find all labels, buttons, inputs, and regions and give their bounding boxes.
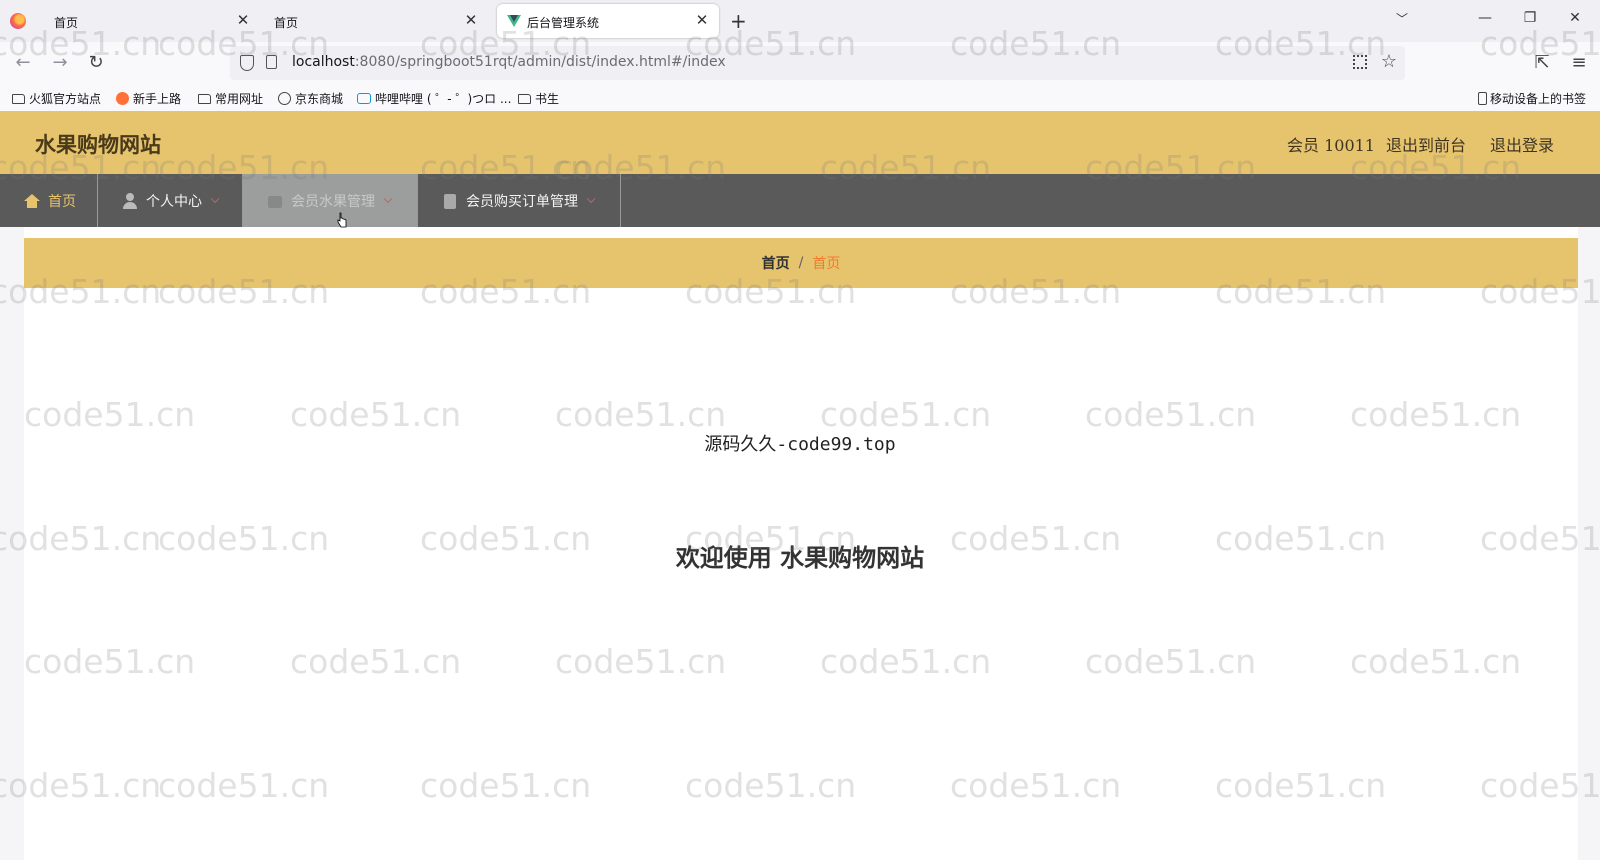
bag-icon — [267, 193, 283, 209]
menu-item-fruit-management[interactable]: 会员水果管理 — [243, 174, 418, 227]
back-icon[interactable]: ← — [12, 52, 34, 74]
welcome-heading: 欢迎使用 水果购物网站 — [675, 543, 925, 572]
restore-icon[interactable]: ❐ — [1520, 10, 1540, 26]
bilibili-icon — [357, 93, 371, 104]
site-title: 水果购物网站 — [35, 132, 161, 157]
firefox-icon — [116, 92, 129, 105]
globe-icon — [278, 92, 291, 105]
bookmark-item[interactable]: 京东商城 — [278, 90, 343, 107]
url-host: localhost — [292, 54, 355, 70]
minimize-icon[interactable]: — — [1475, 10, 1495, 26]
home-icon — [24, 193, 40, 209]
breadcrumb-current: 首页 — [812, 256, 841, 272]
tab-close-icon[interactable]: ✕ — [462, 11, 480, 29]
tab-title: 首页 — [274, 16, 299, 30]
breadcrumb: 首页 / 首页 — [24, 238, 1578, 288]
bookmark-label: 常用网址 — [215, 92, 264, 106]
bookmark-label: 新手上路 — [133, 92, 182, 106]
hand-cursor-icon — [337, 212, 347, 228]
breadcrumb-separator: / — [798, 255, 804, 271]
browser-tab-active[interactable]: 后台管理系统 ✕ — [497, 4, 719, 38]
main-menu: 首页 个人中心 会员水果管理 会员购买订单管理 — [0, 174, 1600, 227]
exit-to-front-link[interactable]: 退出到前台 — [1386, 132, 1466, 156]
bookmark-item[interactable]: 书生 — [518, 90, 559, 107]
extensions-icon[interactable]: ⇱ — [1531, 52, 1553, 74]
bookmark-item[interactable]: 新手上路 — [116, 90, 181, 107]
folder-icon — [198, 93, 211, 104]
bookmark-item[interactable]: 常用网址 — [198, 90, 263, 107]
folder-icon — [12, 93, 25, 104]
firefox-icon[interactable] — [10, 13, 26, 29]
menu-item-label: 个人中心 — [146, 193, 202, 210]
app-header: 水果购物网站 会员 10011 退出到前台 退出登录 — [0, 111, 1600, 174]
mobile-icon — [1478, 92, 1487, 105]
browser-tab-1[interactable]: 首页 ✕ — [40, 4, 260, 38]
new-tab-button[interactable]: + — [730, 10, 747, 32]
url-text[interactable]: localhost:8080/springboot51rqt/admin/dis… — [292, 54, 726, 70]
user-label: 会员 10011 — [1287, 136, 1375, 155]
source-text: 源码久久-code99.top — [704, 434, 896, 455]
tab-title: 首页 — [54, 16, 79, 30]
chevron-down-icon — [383, 194, 393, 203]
menu-item-profile[interactable]: 个人中心 — [98, 174, 243, 227]
browser-tab-2[interactable]: 首页 ✕ — [260, 4, 488, 38]
tab-close-icon[interactable]: ✕ — [693, 11, 711, 29]
vue-icon — [507, 15, 521, 27]
browser-tab-bar: 首页 ✕ 首页 ✕ 后台管理系统 ✕ + ﹀ — ❐ ✕ — [0, 0, 1600, 42]
bookmark-item[interactable]: 哔哩哔哩 ( ゜- ゜)つロ ... — [357, 90, 511, 107]
bookmark-label: 书生 — [535, 92, 560, 106]
bookmark-label: 移动设备上的书签 — [1490, 92, 1587, 106]
address-bar[interactable]: localhost:8080/springboot51rqt/admin/dis… — [230, 46, 1405, 80]
menu-item-home[interactable]: 首页 — [0, 174, 98, 227]
close-window-icon[interactable]: ✕ — [1565, 10, 1585, 26]
user-icon — [122, 192, 138, 209]
bookmarks-bar: 火狐官方站点 新手上路 常用网址 京东商城 哔哩哔哩 ( ゜- ゜)つロ ...… — [0, 84, 1600, 111]
bookmark-item[interactable]: 火狐官方站点 — [12, 90, 101, 107]
folder-icon — [518, 93, 531, 104]
menu-item-order-management[interactable]: 会员购买订单管理 — [418, 174, 621, 227]
clipboard-icon — [442, 193, 458, 209]
menu-item-label: 首页 — [48, 193, 76, 210]
menu-icon[interactable]: ≡ — [1568, 52, 1590, 74]
logout-link[interactable]: 退出登录 — [1490, 132, 1554, 156]
shield-icon[interactable] — [240, 55, 254, 71]
tab-close-icon[interactable]: ✕ — [234, 11, 252, 29]
bookmark-label: 火狐官方站点 — [29, 92, 102, 106]
reload-icon[interactable]: ↻ — [85, 52, 107, 74]
page-icon[interactable] — [266, 55, 277, 69]
browser-nav-bar: ← → ↻ localhost:8080/springboot51rqt/adm… — [0, 42, 1600, 84]
chevron-down-icon — [210, 194, 220, 203]
bookmark-label: 哔哩哔哩 ( ゜- ゜)つロ ... — [375, 92, 512, 106]
forward-icon[interactable]: → — [49, 52, 71, 74]
qr-code-icon[interactable] — [1353, 55, 1367, 69]
breadcrumb-root[interactable]: 首页 — [762, 253, 790, 273]
menu-item-label: 会员水果管理 — [291, 193, 375, 210]
bookmark-star-icon[interactable]: ☆ — [1381, 51, 1397, 72]
tab-list-chevron-icon[interactable]: ﹀ — [1392, 10, 1412, 27]
mobile-bookmarks[interactable]: 移动设备上的书签 — [1478, 90, 1586, 107]
tab-title: 后台管理系统 — [527, 16, 600, 30]
chevron-down-icon — [586, 194, 596, 203]
menu-item-label: 会员购买订单管理 — [466, 193, 578, 210]
bookmark-label: 京东商城 — [295, 92, 344, 106]
url-path: :8080/springboot51rqt/admin/dist/index.h… — [354, 54, 726, 70]
